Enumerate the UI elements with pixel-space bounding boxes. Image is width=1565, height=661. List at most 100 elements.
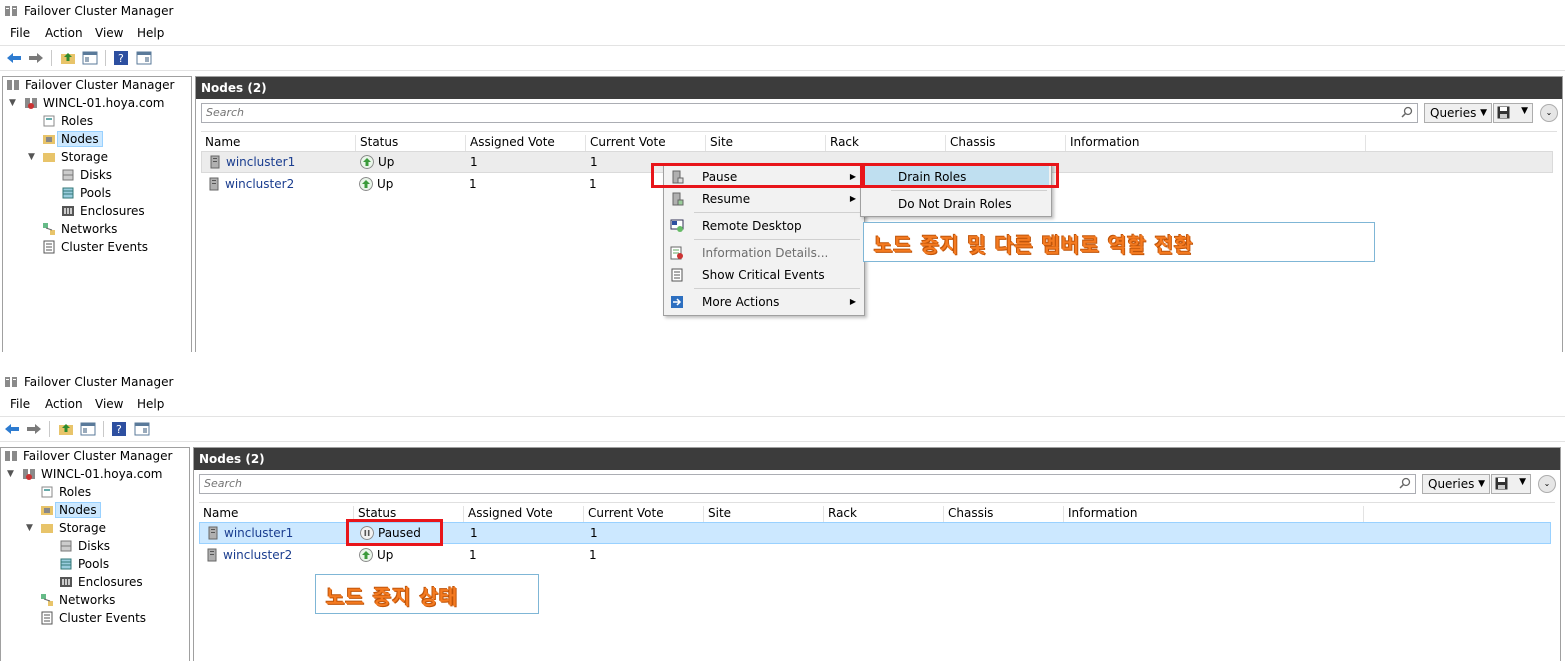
pane-title: Nodes (2) (199, 452, 265, 466)
menu-item-show-critical-events[interactable]: Show Critical Events (666, 264, 862, 286)
menu-help[interactable]: Help (137, 26, 164, 40)
tree-item-pools[interactable]: Pools (59, 556, 109, 573)
toolbar-separator (51, 50, 52, 66)
tree-item-nodes[interactable]: Nodes (42, 131, 103, 148)
tree-label: Cluster Events (59, 611, 147, 625)
chevron-down-icon[interactable]: ▼ (9, 98, 16, 108)
tree-item-pools[interactable]: Pools (61, 185, 111, 202)
chevron-down-icon[interactable]: ▼ (26, 523, 33, 533)
tree-item-cluster[interactable]: WINCL-01.hoya.com (24, 95, 165, 112)
enclosures-icon (60, 577, 72, 587)
menu-item-resume[interactable]: Resume ▶ (666, 188, 862, 210)
chevron-down-icon[interactable]: ▼ (7, 469, 14, 479)
roles-icon (43, 115, 55, 127)
menu-file[interactable]: File (10, 26, 30, 40)
tree-item-roles[interactable]: Roles (42, 113, 93, 130)
help-icon[interactable]: ? (111, 421, 127, 437)
tree-item-networks[interactable]: Networks (42, 221, 117, 238)
collapse-icon[interactable]: ⌄ (1540, 104, 1558, 122)
search-input[interactable] (200, 475, 1389, 491)
menu-item-more-actions[interactable]: More Actions ▶ (666, 291, 862, 313)
tree-item-roles[interactable]: Roles (40, 484, 91, 501)
menu-item-remote-desktop[interactable]: Remote Desktop (666, 215, 862, 237)
tree-item-networks[interactable]: Networks (40, 592, 115, 609)
forward-arrow-icon[interactable] (28, 50, 44, 66)
tree-item-root[interactable]: Failover Cluster Manager (6, 77, 174, 94)
menu-bar: File Action View Help (0, 395, 1565, 415)
save-query-button[interactable]: ▼ (1493, 103, 1533, 123)
queries-button[interactable]: Queries ▼ (1422, 474, 1490, 494)
tree-item-enclosures[interactable]: Enclosures (61, 203, 145, 220)
help-icon[interactable]: ? (113, 50, 129, 66)
tree-item-cluster-events[interactable]: Cluster Events (42, 239, 148, 256)
queries-button[interactable]: Queries ▼ (1424, 103, 1492, 123)
menu-action[interactable]: Action (45, 397, 83, 411)
search-box[interactable] (199, 474, 1416, 494)
table-row[interactable]: wincluster2 Up 1 1 (199, 545, 1551, 567)
tree-item-nodes[interactable]: Nodes (40, 502, 101, 519)
menu-item-information-details: Information Details... (666, 242, 862, 264)
search-icon[interactable] (1399, 477, 1411, 489)
tree-item-enclosures[interactable]: Enclosures (59, 574, 143, 591)
tree-item-storage[interactable]: Storage (42, 149, 108, 166)
tree-label: Nodes (57, 131, 103, 147)
networks-icon (43, 223, 55, 235)
pools-icon (62, 187, 74, 199)
bottom-window: Failover Cluster Manager File Action Vie… (0, 371, 1565, 661)
chevron-down-icon: ▼ (1480, 108, 1487, 118)
assigned-vote-cell: 1 (469, 177, 477, 191)
nodes-icon (41, 506, 53, 515)
critical-events-icon (671, 268, 683, 282)
tree-item-storage[interactable]: Storage (40, 520, 106, 537)
tree-item-cluster[interactable]: WINCL-01.hoya.com (22, 466, 163, 483)
up-folder-icon[interactable] (60, 50, 76, 66)
tree-label: Nodes (55, 502, 101, 518)
tree-label: WINCL-01.hoya.com (43, 96, 165, 110)
assigned-vote-cell: 1 (470, 526, 478, 540)
search-input[interactable] (202, 104, 1391, 120)
show-hide-tree-icon[interactable] (80, 421, 96, 437)
tree-item-root[interactable]: Failover Cluster Manager (4, 448, 172, 465)
menu-view[interactable]: View (95, 397, 123, 411)
cluster-icon (25, 98, 37, 109)
forward-arrow-icon[interactable] (26, 421, 42, 437)
current-vote-cell: 1 (590, 526, 598, 540)
cluster-manager-icon (5, 451, 17, 461)
chevron-down-icon: ▼ (1478, 479, 1485, 489)
menu-item-label: Information Details... (702, 246, 829, 260)
node-name-cell: wincluster2 (209, 177, 294, 191)
server-node-icon (209, 177, 219, 191)
back-arrow-icon[interactable] (4, 421, 20, 437)
tree-item-disks[interactable]: Disks (61, 167, 112, 184)
collapse-icon[interactable]: ⌄ (1538, 475, 1556, 493)
menu-item-label: Resume (702, 192, 751, 206)
menu-item-do-not-drain-roles[interactable]: Do Not Drain Roles (863, 193, 1049, 215)
enclosures-icon (62, 206, 74, 216)
resume-node-icon (672, 192, 684, 206)
status-up-icon (359, 548, 373, 562)
menu-view[interactable]: View (95, 26, 123, 40)
chevron-down-icon[interactable]: ▼ (28, 152, 35, 162)
storage-folder-icon (43, 153, 55, 162)
menu-action[interactable]: Action (45, 26, 83, 40)
show-hide-action-pane-icon[interactable] (136, 50, 152, 66)
cluster-events-icon (41, 611, 53, 625)
current-vote-cell: 1 (589, 548, 597, 562)
node-name-cell: wincluster1 (210, 155, 295, 169)
search-icon[interactable] (1401, 106, 1413, 118)
pane-title: Nodes (2) (201, 81, 267, 95)
search-box[interactable] (201, 103, 1418, 123)
save-query-button[interactable]: ▼ (1491, 474, 1531, 494)
back-arrow-icon[interactable] (6, 50, 22, 66)
show-hide-action-pane-icon[interactable] (134, 421, 150, 437)
tree-item-disks[interactable]: Disks (59, 538, 110, 555)
menu-help[interactable]: Help (137, 397, 164, 411)
queries-label: Queries (1428, 477, 1475, 491)
roles-icon (41, 486, 53, 498)
show-hide-tree-icon[interactable] (82, 50, 98, 66)
menu-file[interactable]: File (10, 397, 30, 411)
navigation-tree: Failover Cluster Manager ▼ WINCL-01.hoya… (2, 76, 192, 352)
up-folder-icon[interactable] (58, 421, 74, 437)
cluster-manager-icon (7, 80, 19, 90)
tree-item-cluster-events[interactable]: Cluster Events (40, 610, 146, 627)
